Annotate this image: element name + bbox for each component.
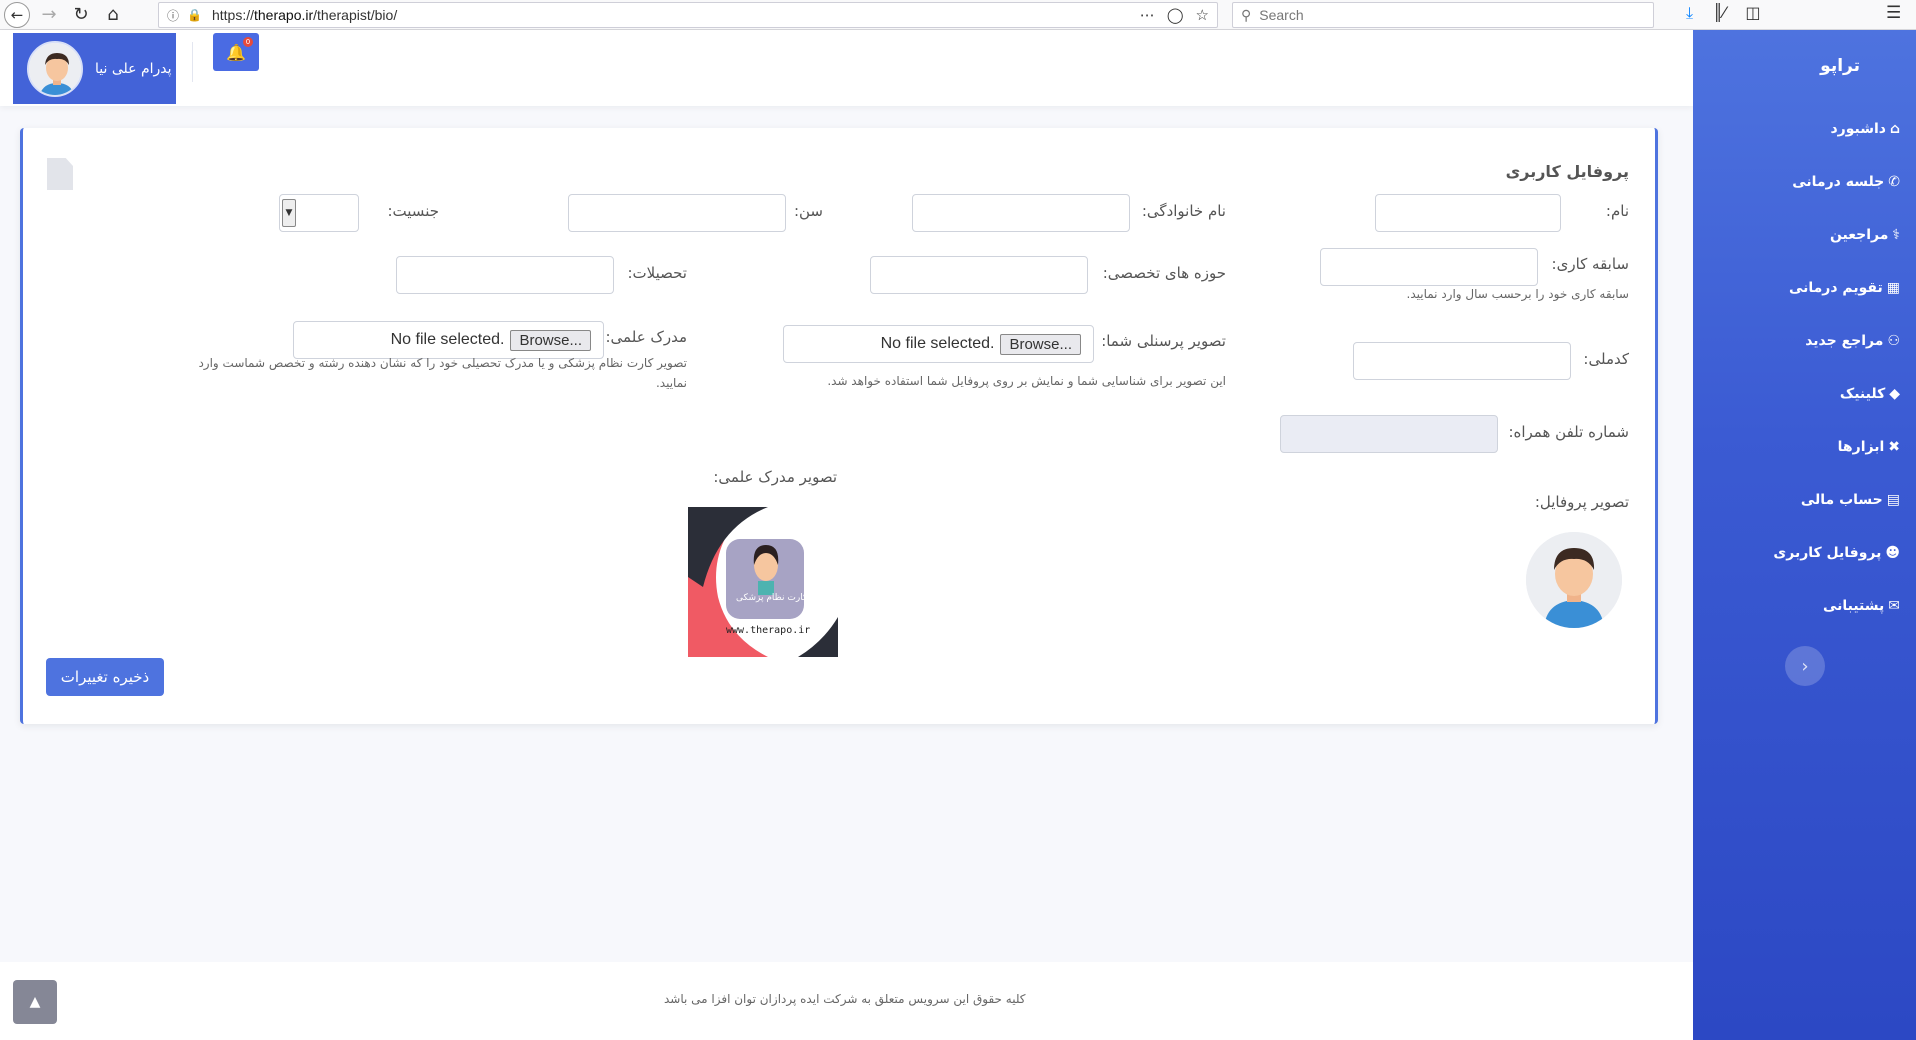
sidebar-item-sessions[interactable]: ✆ جلسه درمانی (1792, 171, 1900, 193)
top-header: پدرام علی نیا 🔔 0 (0, 30, 1693, 106)
no-file-text: No file selected. (880, 335, 995, 352)
hamburger-menu-icon[interactable]: ☰ (1886, 3, 1901, 23)
personal-photo-file-input[interactable]: No file selected. Browse... (783, 325, 1094, 363)
credit-card-icon: ▤ (1886, 492, 1900, 508)
first-name-label: نام: (1605, 202, 1629, 220)
national-code-input[interactable] (1353, 342, 1571, 380)
sidebar-item-dashboard[interactable]: ⌂ داشبورد (1830, 118, 1900, 140)
browse-button[interactable]: Browse... (1000, 333, 1081, 355)
user-dropdown[interactable]: پدرام علی نیا (13, 33, 176, 104)
national-code-label: کدملی: (1583, 350, 1629, 368)
degree-image: کارت نظام پزشکی www.therapo.ir (688, 507, 838, 657)
save-button[interactable]: ذخیره تغییرات (46, 658, 164, 696)
phone-label: شماره تلفن همراه: (1508, 423, 1629, 441)
last-name-input[interactable] (912, 194, 1130, 232)
phone-input[interactable] (1280, 415, 1498, 453)
sidebar-item-profile[interactable]: ☻ پروفایل کاربری (1773, 542, 1900, 564)
home-icon[interactable]: ⌂ (100, 2, 126, 28)
specialties-label: حوزه های تخصصی: (1102, 264, 1226, 282)
sidebar-item-clinic[interactable]: ◆ کلینیک (1840, 383, 1900, 405)
notification-badge: 0 (243, 37, 253, 47)
profile-image-label: تصویر پروفایل: (1534, 493, 1629, 511)
sidebar-item-finance[interactable]: ▤ حساب مالی (1801, 489, 1900, 511)
chevron-down-icon: ▼ (282, 199, 296, 227)
sidebar-collapse-button[interactable]: › (1785, 646, 1825, 686)
sidebar-item-calendar[interactable]: ▦ تقویم درمانی (1789, 277, 1900, 299)
sidebar-toggle-icon[interactable]: ◫ (1745, 3, 1760, 23)
back-arrow-icon[interactable]: ← (4, 1, 30, 28)
profile-card: پروفایل کاربری نام: نام خانوادگی: سن: جن… (20, 128, 1658, 724)
browser-search-input[interactable]: ⚲ Search (1232, 2, 1654, 28)
more-actions-icon[interactable]: ⋯ (1140, 6, 1155, 24)
education-input[interactable] (396, 256, 614, 294)
sidebar-item-support[interactable]: ✉ پشتیبانی (1823, 595, 1900, 617)
footer: کلیه حقوق این سرویس متعلق به شرکت ایده پ… (0, 962, 1693, 1040)
users-icon: ⚇ (1887, 333, 1900, 349)
sidebar-item-tools[interactable]: ✖ ابزارها (1838, 436, 1900, 458)
browse-button[interactable]: Browse... (510, 329, 591, 351)
degree-label: مدرک علمی: (605, 328, 688, 346)
experience-label: سابقه کاری: (1551, 255, 1629, 273)
scroll-to-top-button[interactable]: ▲ (13, 980, 57, 1024)
user-name: پدرام علی نیا (95, 60, 172, 77)
degree-help: تصویر کارت نظام پزشکی و یا مدرک تحصیلی خ… (198, 356, 687, 390)
tools-icon: ✖ (1888, 439, 1900, 455)
user-icon: ☻ (1885, 545, 1900, 561)
comments-icon: ✉ (1888, 598, 1900, 614)
search-icon: ⚲ (1241, 6, 1252, 23)
first-name-input[interactable] (1375, 194, 1561, 232)
calendar-icon: ▦ (1886, 280, 1900, 296)
brand-title[interactable]: تراپو (1820, 56, 1860, 76)
cert-card-text: کارت نظام پزشکی (736, 593, 808, 603)
phone-icon: ✆ (1888, 174, 1900, 190)
url-text: https://therapo.ir/therapist/bio/ (211, 7, 398, 23)
lock-icon: 🔒 (187, 8, 202, 22)
no-file-text: No file selected. (390, 331, 505, 348)
gender-label: جنسیت: (387, 202, 440, 220)
notifications-button[interactable]: 🔔 0 (213, 33, 259, 71)
browser-toolbar: ← → ↻ ⌂ ⓘ 🔒 https://therapo.ir/therapist… (0, 0, 1916, 30)
bookmark-star-icon[interactable]: ☆ (1196, 6, 1209, 24)
reload-icon[interactable]: ↻ (68, 2, 94, 28)
sidebar-item-clients[interactable]: ⚕ مراجعین (1830, 224, 1900, 246)
last-name-label: نام خانوادگی: (1141, 202, 1226, 220)
info-icon[interactable]: ⓘ (167, 7, 179, 24)
page-title: پروفایل کاربری (1505, 162, 1629, 181)
sidebar: تراپو ⌂ داشبورد ✆ جلسه درمانی ⚕ مراجعین ▦ تق… (1693, 30, 1916, 1040)
library-icon[interactable]: ║⁄ (1713, 3, 1725, 23)
avatar (27, 40, 83, 97)
file-icon (47, 158, 73, 190)
education-label: تحصیلات: (627, 264, 687, 282)
profile-avatar (1526, 532, 1622, 628)
forward-arrow-icon[interactable]: → (36, 2, 62, 28)
gem-icon: ◆ (1889, 386, 1900, 402)
degree-image-label: تصویر مدرک علمی: (713, 468, 837, 486)
sidebar-item-new-client[interactable]: ⚇ مراجع جدید (1805, 330, 1900, 352)
pocket-icon[interactable]: ◯ (1167, 6, 1184, 24)
chevron-right-icon: › (1801, 655, 1809, 677)
header-divider (192, 42, 193, 82)
personal-photo-label: تصویر پرسنلی شما: (1101, 332, 1226, 350)
personal-photo-help: این تصویر برای شناسایی شما و نمایش بر رو… (827, 374, 1226, 388)
bell-icon: 🔔 (226, 42, 246, 62)
age-label: سن: (793, 202, 823, 220)
home-icon: ⌂ (1889, 121, 1900, 137)
experience-help: سابقه کاری خود را برحسب سال وارد نمایید. (1406, 287, 1629, 301)
download-icon[interactable]: ⤓ (1686, 3, 1693, 23)
search-placeholder: Search (1259, 7, 1304, 23)
copyright-text: کلیه حقوق این سرویس متعلق به شرکت ایده پ… (664, 992, 1026, 1006)
specialties-input[interactable] (870, 256, 1088, 294)
age-input[interactable] (568, 194, 786, 232)
cert-card-url: www.therapo.ir (726, 625, 811, 636)
user-md-icon: ⚕ (1892, 227, 1900, 243)
chevron-up-icon: ▲ (29, 994, 41, 1010)
experience-input[interactable] (1320, 248, 1538, 286)
gender-select[interactable]: ▼ (279, 194, 359, 232)
url-bar[interactable]: ⓘ 🔒 https://therapo.ir/therapist/bio/ ⋯ … (158, 2, 1218, 28)
